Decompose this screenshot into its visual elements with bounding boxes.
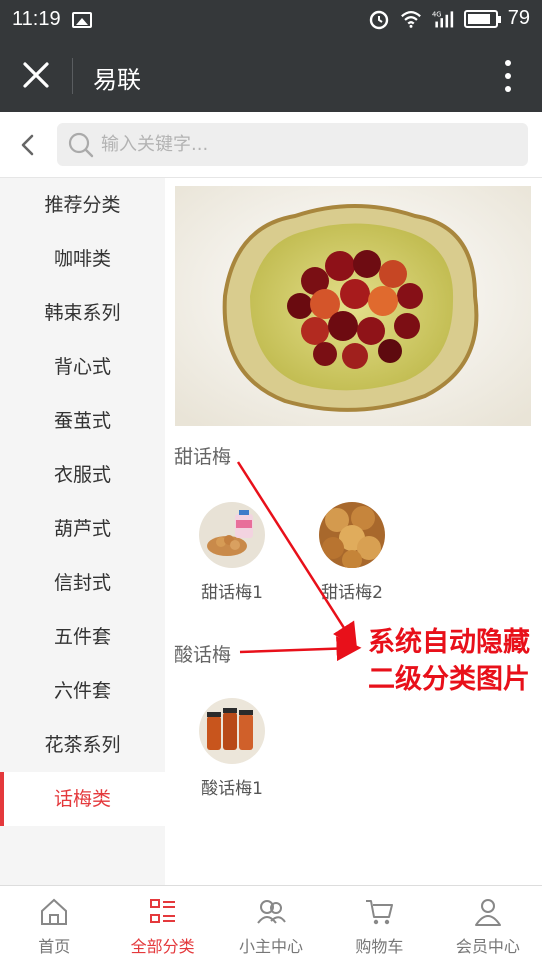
signal-icon: 4G [432,10,453,27]
sidebar-item-hanshu[interactable]: 韩束系列 [0,286,165,340]
status-time: 11:19 [12,8,61,30]
section-title-sweet-plum: 甜话梅 [174,446,232,468]
category-sidebar: 推荐分类 咖啡类 韩束系列 背心式 蚕茧式 衣服式 葫芦式 信封式 五件套 六件… [0,178,165,885]
nav-label-cart: 购物车 [355,937,404,956]
nav-label-community: 小主中心 [239,937,304,956]
annotation-note: 系统自动隐藏二级分类图片 [368,627,530,695]
sidebar-item-plum[interactable]: 话梅类 [0,772,165,826]
wifi-icon [400,10,421,28]
thumb-sweet-plum-1[interactable] [199,502,265,568]
search-input[interactable] [101,123,511,166]
category-content: 甜话梅 甜话梅1 甜话梅2 酸话梅 酸话梅1 [165,178,542,885]
community-icon [257,900,286,924]
nav-label-home: 首页 [38,937,71,956]
search-bar [0,112,542,178]
image-notification-icon [72,12,92,28]
item-label-sour-plum-1[interactable]: 酸话梅1 [187,774,277,799]
sidebar-item-recommended[interactable]: 推荐分类 [0,178,165,232]
nav-label-member-center: 会员中心 [455,937,520,956]
category-banner-image[interactable] [175,186,531,426]
sidebar-item-five-piece[interactable]: 五件套 [0,610,165,664]
back-arrow-icon[interactable] [16,132,40,158]
sidebar-item-coffee[interactable]: 咖啡类 [0,232,165,286]
title-bar: 易联 [0,40,542,112]
sidebar-item-vest[interactable]: 背心式 [0,340,165,394]
search-icon [68,132,94,158]
home-icon [41,898,68,925]
bottom-nav: 首页 全部分类 小主中心 购物车 会员中心 [0,885,542,964]
nav-member-center[interactable]: 会员中心 [434,886,542,964]
sidebar-item-flower-tea[interactable]: 花茶系列 [0,718,165,772]
more-options-icon[interactable] [502,58,514,94]
item-label-sweet-plum-1[interactable]: 甜话梅1 [187,578,277,603]
sidebar-item-six-piece[interactable]: 六件套 [0,664,165,718]
battery-icon [463,9,501,28]
battery-level: 79 [507,7,530,29]
close-icon[interactable] [16,58,56,94]
section-title-sour-plum: 酸话梅 [174,644,232,666]
category-icon [149,899,175,923]
sidebar-item-gourd[interactable]: 葫芦式 [0,502,165,556]
search-box[interactable] [57,123,528,166]
page-title: 易联 [93,66,141,94]
item-label-sweet-plum-2[interactable]: 甜话梅2 [307,578,397,603]
nav-cart[interactable]: 购物车 [325,886,433,964]
network-type: 4G [432,10,442,18]
sidebar-item-cocoon[interactable]: 蚕茧式 [0,394,165,448]
user-icon [474,899,501,926]
thumb-sour-plum-1[interactable] [199,698,265,764]
status-bar: 11:19 4G 79 [0,0,542,40]
nav-label-all-categories: 全部分类 [130,937,195,956]
sidebar-item-envelope[interactable]: 信封式 [0,556,165,610]
nav-community[interactable]: 小主中心 [217,886,325,964]
alarm-icon [369,10,388,29]
cart-icon [366,900,394,925]
sidebar-item-clothes[interactable]: 衣服式 [0,448,165,502]
nav-home[interactable]: 首页 [0,886,108,964]
status-icons: 4G 79 [368,7,530,30]
title-divider [72,58,73,94]
nav-all-categories[interactable]: 全部分类 [108,886,216,964]
thumb-sweet-plum-2[interactable] [319,502,385,568]
